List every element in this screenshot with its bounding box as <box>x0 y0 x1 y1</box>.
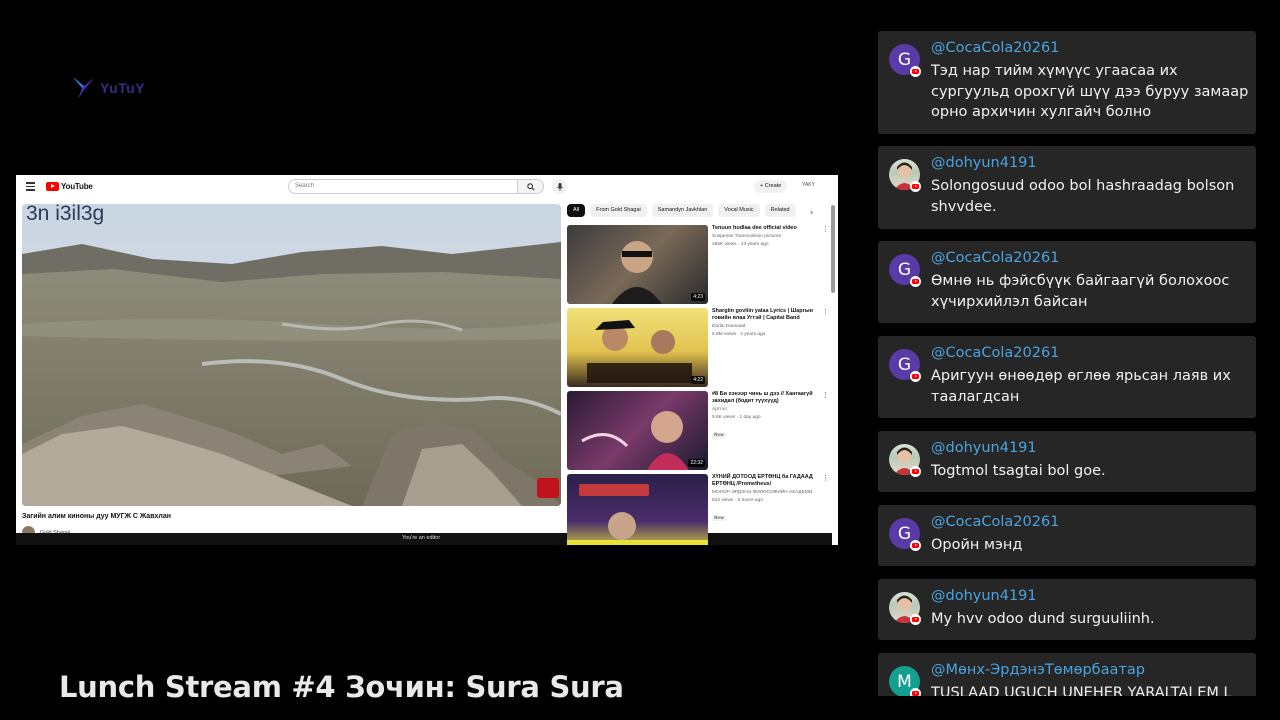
hamburger-menu-icon[interactable] <box>26 182 35 191</box>
recommendation-thumbnail[interactable]: 4:22 <box>567 308 708 387</box>
chat-username: @dohyun4191 <box>931 588 1037 604</box>
chat-text: Тэд нар тийм хүмүүс угаасаа их сургуульд… <box>931 63 1249 120</box>
shared-screen-youtube: YouTube Search + Create YAKY 3n i3il3g З… <box>16 175 838 545</box>
more-vertical-icon[interactable]: ⋮ <box>822 474 829 482</box>
chip-vocal-music[interactable]: Vocal Music <box>718 204 760 217</box>
chat-message: @dohyun4191 My hvv odoo dund surguuliinh… <box>878 579 1256 640</box>
microphone-icon <box>556 182 563 191</box>
chat-text: Оройн мэнд <box>931 537 1023 553</box>
chevron-right-icon[interactable]: › <box>810 208 813 217</box>
recommendation-meta: 6.8M views · 4 years ago <box>712 332 766 337</box>
recommendation-thumbnail[interactable]: 22:32 <box>567 391 708 470</box>
recommendation-thumbnail[interactable]: 4:23 <box>567 225 708 304</box>
chat-message: G @CocaCola20261 Тэд нар тийм хүмүүс уга… <box>878 31 1256 134</box>
chat-username: @dohyun4191 <box>931 440 1037 456</box>
create-button[interactable]: + Create <box>754 180 788 193</box>
search-button[interactable] <box>518 179 544 194</box>
live-chat: G @CocaCola20261 Тэд нар тийм хүмүүс уга… <box>878 31 1256 696</box>
youtube-header: YouTube Search + Create YAKY <box>16 175 838 199</box>
chat-text: Аригуун өнөөдөр өглөө ярьсан лаяв их таа… <box>931 368 1231 405</box>
chat-username: @CocaCola20261 <box>931 40 1060 56</box>
recommendation-channel: Suspense Transmission pictures <box>712 234 782 239</box>
brand-logo: YuTuY <box>70 74 145 102</box>
brand-logo-icon <box>73 77 94 99</box>
video-duration: 22:32 <box>688 459 705 467</box>
recommendation-meta: 5.6K views · 1 day ago <box>712 415 761 420</box>
chat-text: TUSLAAD UGUCH UNEHER YARALTAI EM L <box>931 685 1232 696</box>
more-vertical-icon[interactable]: ⋮ <box>822 225 829 233</box>
search-input[interactable]: Search <box>288 179 518 194</box>
youtube-badge-icon <box>910 688 921 696</box>
recommendation-title[interactable]: ХҮНИЙ ДОТООД ЕРТӨНЦ ба ГАДААД ЕРТӨНЦ /Pr… <box>712 474 822 488</box>
youtube-logo-icon <box>46 182 59 191</box>
voice-search-button[interactable] <box>552 179 567 194</box>
video-player[interactable]: 3n i3il3g <box>22 204 561 506</box>
youtube-logo[interactable]: YouTube <box>46 182 93 191</box>
video-title: Загийн алим киноны дуу МУГЖ С Жавхлан <box>22 513 171 520</box>
stream-overlay: YuTuY YouTube Search + Create YAKY 3n i3… <box>0 0 1280 720</box>
youtube-badge-icon <box>910 181 921 192</box>
youtube-badge-icon <box>910 276 921 287</box>
brand-logo-text: YuTuY <box>100 80 146 96</box>
chat-username: @Мөнх-ЭрдэнэТөмөрбаатар <box>931 662 1145 678</box>
recommendation-meta: 822 views · 5 hours ago <box>712 498 763 503</box>
chat-username: @CocaCola20261 <box>931 514 1060 530</box>
new-badge: New <box>712 516 726 521</box>
chat-message: M @Мөнх-ЭрдэнэТөмөрбаатар TUSLAAD UGUCH … <box>878 653 1256 696</box>
chat-message: @dohyun4191 Togtmol tsagtai bol goe. <box>878 431 1256 492</box>
youtube-badge-icon <box>537 478 559 498</box>
recommendation-item[interactable]: ХҮНИЙ ДОТООД ЕРТӨНЦ ба ГАДААД ЕРТӨНЦ /Pr… <box>567 474 829 545</box>
chip-all[interactable]: All <box>567 204 586 217</box>
chat-message: @dohyun4191 Solongosuud odoo bol hashraa… <box>878 146 1256 229</box>
new-badge: New <box>712 433 726 438</box>
chat-username: @CocaCola20261 <box>931 345 1060 361</box>
recommendation-item[interactable]: 22:32 #8 Би хэнээр чинь ш дээ // Хангааг… <box>567 391 829 471</box>
search-icon <box>526 182 535 191</box>
more-vertical-icon[interactable]: ⋮ <box>822 308 829 316</box>
chat-username: @CocaCola20261 <box>931 250 1060 266</box>
stream-title: Lunch Stream #4 Зочин: Sura Sura <box>59 670 624 704</box>
recommendation-meta: 495K views · 13 years ago <box>712 242 769 247</box>
chip-from-channel[interactable]: From Gold Shagai <box>590 204 647 217</box>
recommendation-thumbnail[interactable] <box>567 474 708 545</box>
youtube-badge-icon <box>910 66 921 77</box>
youtube-badge-icon <box>910 466 921 477</box>
video-frame-landscape <box>22 204 561 506</box>
scrollbar[interactable] <box>831 205 835 293</box>
chat-message: G @CocaCola20261 Оройн мэнд <box>878 505 1256 566</box>
chip-samandyn[interactable]: Samandyn Javkhlan <box>651 204 714 217</box>
recommendation-channel: МОЛОР-ЭРДЭНЭ ФИЛОСОФИЙН АКАДЕМИ <box>712 490 813 495</box>
chat-text: Solongosuud odoo bol hashraadag bolson s… <box>931 178 1235 215</box>
recommendation-channel: Артгэо <box>712 407 727 412</box>
chip-related[interactable]: Related <box>764 204 796 217</box>
chat-text: Өмнө нь фэйсбүүк байгаагүй болохоос хүчи… <box>931 273 1230 310</box>
chat-message: G @CocaCola20261 Аригуун өнөөдөр өглөө я… <box>878 336 1256 418</box>
youtube-badge-icon <box>910 614 921 625</box>
video-duration: 4:22 <box>691 376 705 384</box>
filter-chips: All From Gold Shagai Samandyn Javkhlan V… <box>567 204 796 217</box>
account-avatar[interactable]: YAKY <box>802 182 815 188</box>
chat-text: My hvv odoo dund surguuliinh. <box>931 611 1155 627</box>
recommendation-title[interactable]: #8 Би хэнээр чинь ш дээ // Хангаагүй зах… <box>712 391 822 405</box>
chat-username: @dohyun4191 <box>931 155 1037 171</box>
recommendation-item[interactable]: 4:22 Shargiin govliin yalaa Lyrics | Шар… <box>567 308 829 388</box>
recommendation-title[interactable]: Tenuun hudlaa dee official video <box>712 225 822 232</box>
video-duration: 4:23 <box>691 293 705 301</box>
chat-message: G @CocaCola20261 Өмнө нь фэйсбүүк байгаа… <box>878 241 1256 323</box>
more-vertical-icon[interactable]: ⋮ <box>822 391 829 399</box>
video-overlay-text: 3n i3il3g <box>26 204 105 225</box>
youtube-badge-icon <box>910 540 921 551</box>
youtube-badge-icon <box>910 371 921 382</box>
recommendation-title[interactable]: Shargiin govliin yalaa Lyrics | Шаргын г… <box>712 308 822 322</box>
editor-note: You're an editor <box>402 535 441 541</box>
recommendation-item[interactable]: 4:23 Tenuun hudlaa dee official video Su… <box>567 225 829 305</box>
recommendation-channel: Dorlai Daunaad <box>712 324 746 329</box>
chat-text: Togtmol tsagtai bol goe. <box>931 463 1106 479</box>
